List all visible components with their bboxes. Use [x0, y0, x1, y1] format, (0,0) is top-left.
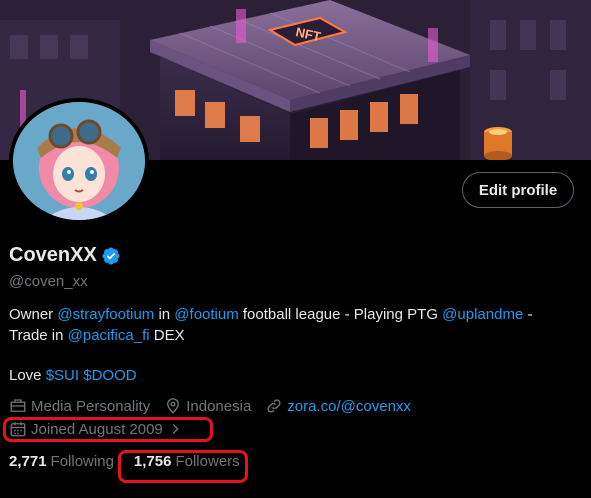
- bio-text: DEX: [149, 327, 185, 344]
- following-count: 2,771: [9, 453, 47, 470]
- bio-text: in: [154, 306, 175, 323]
- location-item: Indonesia: [164, 397, 251, 415]
- annotation-joined-highlight: [3, 417, 213, 442]
- cashtag-link-sui[interactable]: $SUI: [46, 367, 79, 384]
- avatar-image: [13, 102, 145, 220]
- briefcase-icon: [10, 399, 26, 412]
- avatar[interactable]: [9, 98, 149, 224]
- website-link[interactable]: zora.co/@covenxx: [287, 398, 411, 415]
- edit-profile-button[interactable]: Edit profile: [462, 172, 574, 208]
- bio-line-1: Owner @strayfootium in @footium football…: [9, 304, 579, 325]
- profile-handle: @coven_xx: [9, 273, 88, 290]
- location-label: Indonesia: [186, 397, 252, 415]
- bio-line-3: Love $SUI $DOOD: [9, 365, 579, 386]
- mention-link-strayfootium[interactable]: @strayfootium: [57, 306, 154, 323]
- annotation-followers-highlight: [118, 450, 248, 483]
- bio-text: football league - Playing PTG: [238, 306, 443, 323]
- bio-text: Trade in: [9, 327, 68, 344]
- cashtag-link-dood[interactable]: $DOOD: [83, 367, 136, 384]
- category-label: Media Personality: [31, 397, 151, 415]
- category-item: Media Personality: [9, 397, 150, 415]
- bio-text: Love: [9, 367, 46, 384]
- bio-text: -: [523, 306, 533, 323]
- bio-line-2: Trade in @pacifica_fi DEX: [9, 325, 579, 346]
- website-item[interactable]: zora.co/@covenxx: [265, 397, 411, 415]
- mention-link-uplandme[interactable]: @uplandme: [442, 306, 523, 323]
- following-stat[interactable]: 2,771 Following: [9, 453, 114, 470]
- mention-link-footium[interactable]: @footium: [174, 306, 238, 323]
- profile-name-row: CovenXX: [9, 244, 121, 267]
- profile-bio: Owner @strayfootium in @footium football…: [9, 304, 579, 386]
- bio-text: Owner: [9, 306, 58, 323]
- profile-meta: Media Personality Indonesia zora.co/@cov…: [9, 397, 425, 415]
- mention-link-pacifica[interactable]: @pacifica_fi: [68, 327, 150, 344]
- verified-badge-icon: [101, 246, 121, 266]
- following-label: Following: [50, 453, 114, 470]
- display-name: CovenXX: [9, 244, 97, 266]
- location-pin-icon: [167, 398, 180, 414]
- link-icon: [267, 399, 281, 413]
